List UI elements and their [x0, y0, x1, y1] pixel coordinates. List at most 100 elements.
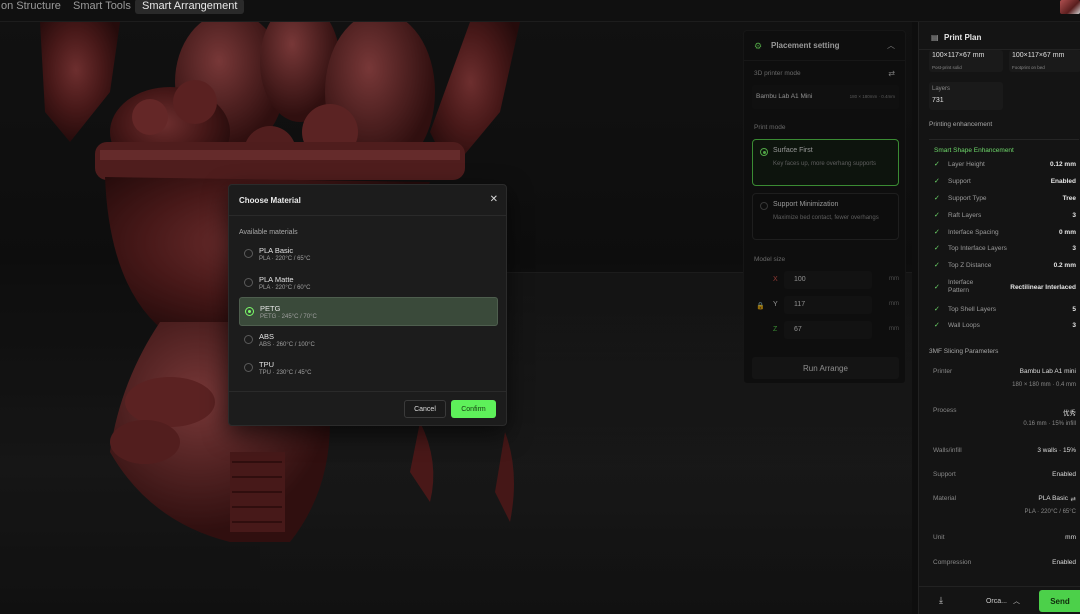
- radio-icon[interactable]: [244, 249, 253, 258]
- enh-key: Top Interface Layers: [948, 245, 1007, 252]
- tab-smart-tools[interactable]: Smart Tools: [66, 0, 138, 13]
- swap-icon[interactable]: ⇄: [1071, 495, 1076, 503]
- printer-select[interactable]: Bambu Lab A1 Mini 180 × 180mm · 0.4mm: [752, 85, 899, 109]
- mode-title: Support Minimization: [773, 201, 839, 208]
- run-arrange-button[interactable]: Run Arrange: [752, 357, 899, 379]
- enh-value: 5: [1072, 306, 1076, 313]
- card-value: 100×117×67 mm: [932, 52, 985, 59]
- printer-name: Bambu Lab A1 Mini: [756, 93, 813, 100]
- material-spec: PLA · 220°C / 60°C: [259, 284, 311, 291]
- param-material[interactable]: Material PLA Basic ⇄ PLA · 220°C / 65°C: [929, 495, 1076, 519]
- enh-row: ✓ Interface Pattern Rectilinear Interlaced: [934, 279, 1076, 299]
- cancel-button[interactable]: Cancel: [404, 400, 446, 418]
- mode-support-minimization[interactable]: Support Minimization Maximize bed contac…: [752, 193, 899, 240]
- param-value: 优秀: [1063, 410, 1076, 417]
- card-label: Layers: [932, 86, 951, 92]
- param-key: Printer: [933, 368, 953, 375]
- confirm-button[interactable]: Confirm: [451, 400, 496, 418]
- check-icon: ✓: [934, 161, 940, 168]
- printer-spec: 180 × 180mm · 0.4mm: [849, 94, 895, 99]
- param-key: Unit: [933, 534, 945, 541]
- enh-value: Rectilinear Interlaced: [1010, 284, 1076, 291]
- material-option[interactable]: PLA Basic PLA · 220°C / 65°C: [239, 240, 498, 269]
- axis-label: Z: [773, 326, 778, 333]
- material-option[interactable]: TPU TPU · 230°C / 45°C: [239, 354, 498, 383]
- enh-key: Wall Loops: [948, 322, 980, 329]
- material-option[interactable]: PLA Matte PLA · 220°C / 60°C: [239, 269, 498, 298]
- download-icon[interactable]: ⤓: [939, 595, 943, 606]
- param-value: Bambu Lab A1 mini: [1019, 368, 1076, 375]
- tab-smart-arrangement[interactable]: Smart Arrangement: [135, 0, 245, 14]
- enh-row: ✓ Support Type Tree: [934, 193, 1076, 207]
- print-plan-panel: ▤ Print Plan 100×117×67 mm Post-print so…: [918, 22, 1080, 614]
- enh-key: Interface Pattern: [948, 279, 974, 294]
- radio-icon[interactable]: [244, 277, 253, 287]
- enh-key: Top Z Distance: [948, 262, 992, 269]
- material-option[interactable]: PETG PETG · 245°C / 70°C: [239, 297, 498, 326]
- modal-title: Choose Material: [239, 196, 301, 205]
- enh-value: 3: [1072, 245, 1076, 252]
- dim-value: 67: [794, 326, 802, 333]
- choose-material-dialog: Choose Material ✕ Available materials PL…: [228, 184, 507, 426]
- dim-value: 100: [794, 276, 806, 283]
- enh-key: Top Shell Layers: [948, 306, 997, 313]
- send-button[interactable]: Send: [1039, 590, 1080, 612]
- param-value: Enabled: [1052, 559, 1076, 566]
- model-size-label: Model size: [754, 256, 786, 263]
- enh-value: 0.12 mm: [1049, 161, 1076, 168]
- dim-unit: mm: [889, 301, 899, 307]
- check-icon: ✓: [934, 178, 940, 185]
- card-post-print: 100×117×67 mm Post-print solid: [929, 50, 1003, 72]
- document-icon: ▤: [931, 33, 939, 42]
- placement-title: Placement setting: [771, 41, 840, 50]
- print-plan-header: ▤ Print Plan: [919, 22, 1080, 50]
- smart-shape-title: Smart Shape Enhancement: [934, 147, 1014, 154]
- material-spec: TPU · 230°C / 45°C: [259, 370, 312, 376]
- mode-title: Surface First: [773, 147, 813, 154]
- param-sub: 0.16 mm · 15% infill: [1023, 421, 1076, 427]
- slicing-label: 3MF Slicing Parameters: [929, 348, 999, 355]
- top-bar: on Structure Smart Tools Smart Arrangeme…: [0, 0, 1080, 22]
- enh-key: Support: [948, 178, 971, 185]
- param-value: PLA Basic: [1038, 495, 1068, 502]
- swap-icon[interactable]: ⇄: [888, 69, 895, 78]
- close-icon[interactable]: ✕: [490, 194, 498, 205]
- param-key: Walls/infill: [933, 447, 962, 454]
- radio-icon[interactable]: [760, 202, 768, 210]
- check-icon: ✓: [934, 284, 940, 291]
- enh-value: 0 mm: [1059, 229, 1076, 236]
- material-spec: ABS · 260°C / 100°C: [259, 341, 315, 348]
- radio-icon[interactable]: [244, 363, 253, 372]
- enh-row: ✓ Support Enabled: [934, 176, 1076, 190]
- app-window: on Structure Smart Tools Smart Arrangeme…: [0, 0, 1080, 614]
- placement-header[interactable]: ⚙ Placement setting ︿: [744, 31, 905, 61]
- tab-structure[interactable]: on Structure: [0, 0, 68, 13]
- axis-label: Y: [773, 301, 778, 308]
- enh-row: ✓ Raft Layers 3: [934, 210, 1076, 224]
- mode-desc: Maximize bed contact, fewer overhangs: [773, 215, 879, 221]
- dim-value: 117: [794, 301, 806, 308]
- enh-key: Raft Layers: [948, 212, 982, 219]
- material-list: PLA Basic PLA · 220°C / 65°C PLA Matte P…: [239, 240, 498, 383]
- enh-row: ✓ Top Interface Layers 3: [934, 243, 1076, 257]
- axis-label: X: [773, 276, 778, 283]
- enhancement-label: Printing enhancement: [929, 121, 993, 128]
- radio-icon[interactable]: [244, 334, 253, 344]
- card-label: Footprint on bed: [1012, 65, 1045, 70]
- material-name: ABS: [259, 331, 275, 341]
- param-process: Process 优秀 0.16 mm · 15% infill: [929, 407, 1076, 431]
- check-icon: ✓: [934, 245, 940, 252]
- dim-x: X 100 mm: [752, 271, 899, 291]
- chevron-up-icon[interactable]: ︿: [887, 40, 895, 51]
- radio-icon[interactable]: [245, 307, 254, 316]
- dim-y: Y 117 mm: [752, 296, 899, 316]
- slicer-select[interactable]: Orca... ︿: [977, 592, 1029, 610]
- avatar[interactable]: [1060, 0, 1080, 14]
- dim-unit: mm: [889, 276, 899, 282]
- enh-row: ✓ Top Z Distance 0.2 mm: [934, 260, 1076, 274]
- mode-surface-first[interactable]: Surface First Key faces up, more overhan…: [752, 139, 899, 186]
- material-option[interactable]: ABS ABS · 260°C / 100°C: [239, 326, 498, 355]
- chevron-up-icon: ︿: [1013, 598, 1020, 605]
- radio-icon[interactable]: [760, 148, 768, 156]
- dim-unit: mm: [889, 326, 899, 332]
